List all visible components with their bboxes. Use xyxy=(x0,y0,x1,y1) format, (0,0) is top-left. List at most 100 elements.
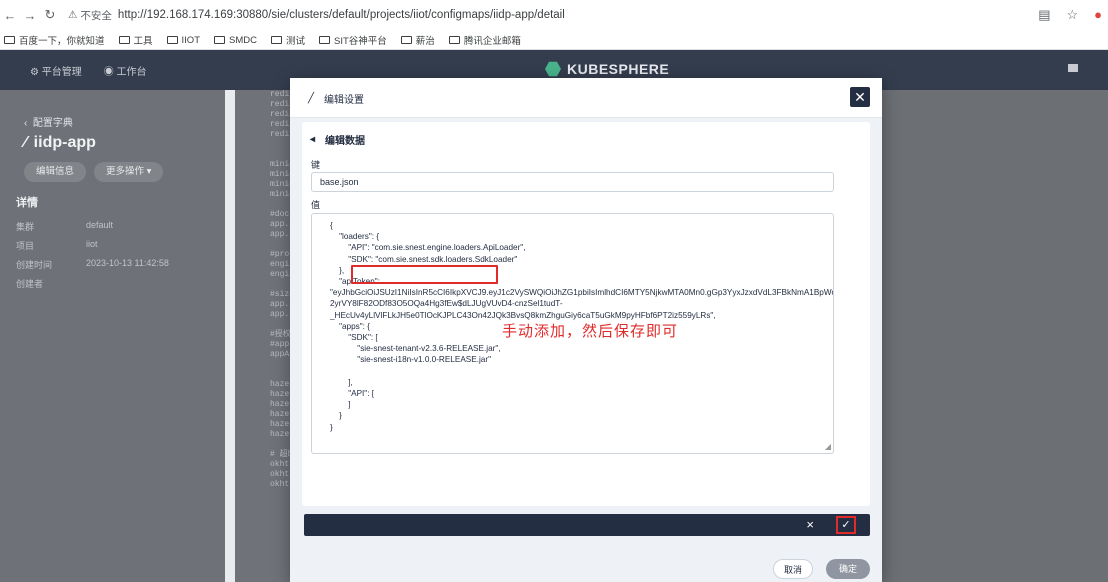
edit-icon: ╱ xyxy=(308,93,315,104)
code-line: redis xyxy=(270,90,290,99)
value-line: "sie-snest-tenant-v2.3.6-RELEASE.jar", xyxy=(330,344,501,354)
bookmarks-bar: 百度一下，你就知道 工具 IIOT SMDC 测试 SIT谷神平台 薪治 腾讯企业邮箱 xyxy=(0,30,1108,50)
code-line: okhtt xyxy=(270,480,290,489)
browser-actions: ▤ ☆ ● xyxy=(1038,7,1102,23)
code-line: hazel xyxy=(270,400,290,409)
bookmark-item[interactable]: SMDC xyxy=(214,35,257,46)
back-icon[interactable]: ◂ xyxy=(310,134,315,145)
code-line: #size xyxy=(270,290,290,299)
code-line: appAu xyxy=(270,350,290,359)
background-code: redisredisredisredisredis miniominiomini… xyxy=(235,90,290,582)
detail-row: 集群 default xyxy=(16,220,114,232)
value-line: "SDK": "com.sie.snest.sdk.loaders.SdkLoa… xyxy=(330,254,518,264)
code-line: redis xyxy=(270,110,290,119)
code-line: # 超时 xyxy=(270,450,290,459)
code-line: okhtt xyxy=(270,460,290,469)
extension-icon[interactable]: ● xyxy=(1094,7,1102,23)
bookmark-item[interactable]: 工具 xyxy=(118,33,153,47)
detail-row: 项目 iiot xyxy=(16,239,98,251)
edit-info-button[interactable]: 编辑信息 xyxy=(24,162,87,182)
app-title: ⁄ iidp-app xyxy=(24,134,96,151)
edit-data-panel: ◂ 编辑数据 键 base.json 值 { "loaders": { "API"… xyxy=(302,122,870,506)
kubesphere-logo[interactable]: KUBESPHERE xyxy=(545,61,669,77)
code-line: app.i xyxy=(270,220,290,229)
close-button[interactable]: ✕ xyxy=(850,87,870,107)
code-line: minio xyxy=(270,190,290,199)
value-line: } xyxy=(330,422,333,432)
bookmark-item[interactable]: 薪治 xyxy=(400,33,435,47)
highlight-box xyxy=(351,265,498,284)
translate-icon[interactable]: ▤ xyxy=(1038,7,1050,23)
star-icon[interactable]: ☆ xyxy=(1066,7,1078,23)
bookmark-item[interactable]: 百度一下，你就知道 xyxy=(4,33,105,47)
folder-icon xyxy=(448,36,460,44)
cancel-button[interactable]: 取消 xyxy=(773,559,813,579)
left-detail-panel: ‹ 配置字典 ⁄ iidp-app 编辑信息 更多操作 ▾ 详情 集群 defaul… xyxy=(0,90,225,582)
folder-icon xyxy=(118,36,130,44)
code-line: engin xyxy=(270,270,290,279)
more-actions-button[interactable]: 更多操作 ▾ xyxy=(94,162,164,182)
resize-handle-icon[interactable]: ◢ xyxy=(825,442,831,451)
code-line: #appk xyxy=(270,340,290,349)
folder-icon xyxy=(166,36,178,44)
back-arrow-icon[interactable]: ← xyxy=(0,8,20,23)
ok-button[interactable]: 确定 xyxy=(826,559,870,579)
details-heading: 详情 xyxy=(16,197,38,209)
code-line: hazel xyxy=(270,420,290,429)
code-line: engin xyxy=(270,260,290,269)
code-line: #prof xyxy=(270,250,290,259)
code-line: minio xyxy=(270,180,290,189)
platform-menu[interactable]: ⚙ 平台管理 xyxy=(30,63,82,78)
edit-data-title: 编辑数据 xyxy=(325,136,366,147)
value-line: "loaders": { xyxy=(330,232,380,242)
edit-settings-modal: ╱ 编辑设置 ✕ ◂ 编辑数据 键 base.json 值 { "loaders":… xyxy=(290,78,882,582)
code-line: hazel xyxy=(270,410,290,419)
bookmark-item[interactable]: 测试 xyxy=(271,33,305,47)
configmap-icon: ⁄ xyxy=(24,134,27,151)
value-line: } xyxy=(330,411,342,421)
value-line: "eyJhbGciOiJSUzI1NiIsInR5cCI6IkpXVCJ9.ey… xyxy=(330,288,834,298)
back-link[interactable]: ‹ 配置字典 xyxy=(24,114,73,129)
folder-icon xyxy=(271,36,282,44)
url-text[interactable]: http://192.168.174.169:30880/sie/cluster… xyxy=(118,9,565,21)
code-line: okhtt xyxy=(270,470,290,479)
modal-title: 编辑设置 xyxy=(324,95,365,106)
code-line: hazel xyxy=(270,430,290,439)
bookmark-item[interactable]: SIT谷神平台 xyxy=(319,33,387,47)
value-line: ] xyxy=(330,400,351,410)
confirm-check-icon[interactable]: ✓ xyxy=(836,516,856,534)
code-line: redis xyxy=(270,130,290,139)
code-line: minio xyxy=(270,160,290,169)
bookmark-item[interactable]: 腾讯企业邮箱 xyxy=(448,33,521,47)
value-line: "sie-snest-i18n-v1.0.0-RELEASE.jar" xyxy=(330,355,491,365)
user-menu-icon[interactable] xyxy=(1068,64,1078,72)
code-line: app.i xyxy=(270,310,290,319)
insecure-indicator[interactable]: ⚠ 不安全 xyxy=(68,8,112,23)
edit-action-bar: × ✓ xyxy=(304,514,870,536)
value-line: 2yrVY8lF82ODf83O5OQa4Hg3fEw$dLJUgVUvD4-c… xyxy=(330,299,563,309)
code-line: minio xyxy=(270,170,290,179)
discard-icon[interactable]: × xyxy=(806,517,814,532)
reload-icon[interactable]: ↻ xyxy=(40,7,60,23)
key-input[interactable]: base.json xyxy=(311,172,834,192)
bookmark-item[interactable]: IIOT xyxy=(166,35,200,46)
value-line: "API": [ xyxy=(330,389,375,399)
detail-row: 创建时间 2023-10-13 11:42:58 xyxy=(16,258,169,270)
value-line: ], xyxy=(330,377,353,387)
code-line: redis xyxy=(270,100,290,109)
warning-icon: ⚠ xyxy=(68,9,78,21)
folder-icon xyxy=(400,36,412,44)
code-line: redis xyxy=(270,120,290,129)
code-line: app.i xyxy=(270,230,290,239)
forward-arrow-icon[interactable]: → xyxy=(20,8,40,23)
workbench-link[interactable]: ◉ 工作台 xyxy=(104,63,147,78)
folder-icon xyxy=(4,36,15,44)
address-bar-row: ← → ↻ ⚠ 不安全 http://192.168.174.169:30880/… xyxy=(0,0,1108,30)
folder-icon xyxy=(319,36,331,44)
